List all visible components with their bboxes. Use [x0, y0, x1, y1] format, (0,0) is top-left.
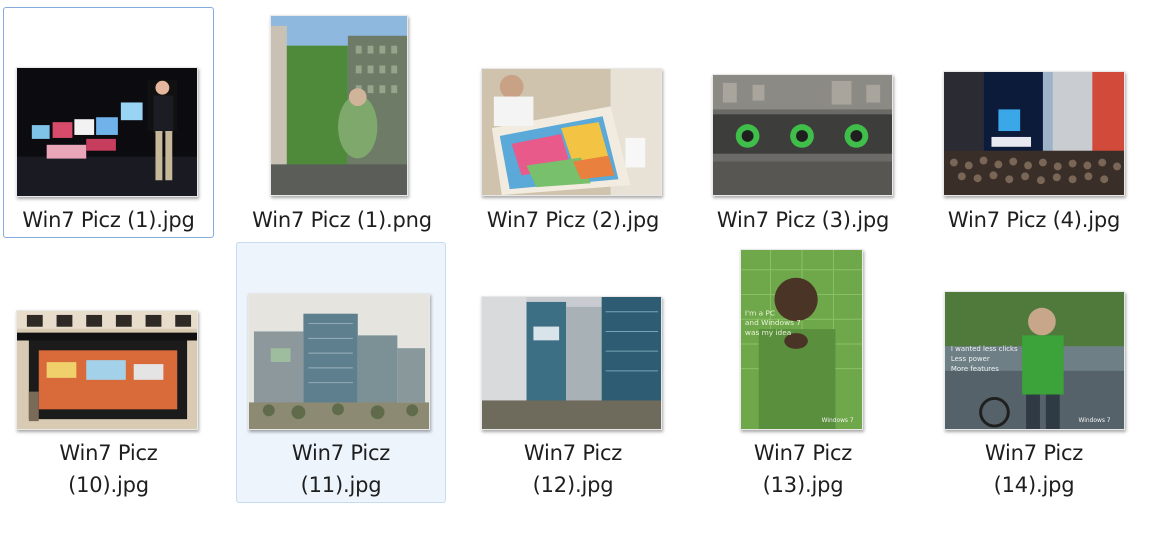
building-billboard-photo [270, 15, 408, 196]
file-name-label: Win7 Picz (1).png [252, 208, 432, 232]
presenter-with-laptops-photo [16, 67, 198, 197]
file-item-win7-picz-1-jpg[interactable]: Win7 Picz (1).jpg [3, 7, 214, 238]
file-item-win7-picz-12-jpg[interactable]: Win7 Picz (12).jpg [468, 242, 678, 503]
file-item-win7-picz-3-jpg[interactable]: Win7 Picz (3).jpg [698, 7, 908, 238]
man-green-poster-photo: I'm a PC and Windows 7 was my idea Windo… [740, 249, 863, 430]
file-name-label: Win7 Picz (10).jpg [59, 441, 158, 497]
file-name-label: Win7 Picz (14).jpg [984, 441, 1084, 497]
office-towers-photo [248, 293, 430, 430]
file-name-label: Win7 Picz (13).jpg [753, 441, 853, 497]
svg-text:was my idea: was my idea [745, 328, 791, 337]
svg-text:Less power: Less power [951, 355, 990, 363]
file-item-win7-picz-2-jpg[interactable]: Win7 Picz (2).jpg [468, 7, 678, 238]
aerial-plaza-photo [712, 74, 893, 196]
times-square-crowd-photo [943, 71, 1125, 196]
file-item-win7-picz-10-jpg[interactable]: Win7 Picz (10).jpg [3, 242, 214, 503]
storefront-photo [16, 310, 198, 430]
file-view: Win7 Picz (1).jpg Win7 Picz (1).png Win7… [0, 0, 1156, 552]
svg-text:and Windows 7: and Windows 7 [745, 318, 801, 327]
file-name-label: Win7 Picz (11).jpg [291, 441, 391, 497]
file-item-win7-picz-11-jpg[interactable]: Win7 Picz (11).jpg [236, 242, 446, 503]
file-name-label: Win7 Picz (12).jpg [523, 441, 623, 497]
svg-text:I wanted less clicks: I wanted less clicks [951, 345, 1018, 353]
file-item-win7-picz-14-jpg[interactable]: I wanted less clicks Less power More fea… [929, 242, 1139, 503]
file-item-win7-picz-13-jpg[interactable]: I'm a PC and Windows 7 was my idea Windo… [698, 242, 908, 503]
svg-text:Windows 7: Windows 7 [1079, 418, 1111, 424]
file-item-win7-picz-4-jpg[interactable]: Win7 Picz (4).jpg [929, 7, 1139, 238]
svg-text:I'm a PC: I'm a PC [745, 308, 775, 317]
svg-text:More features: More features [951, 365, 999, 373]
svg-text:Windows 7: Windows 7 [822, 418, 854, 424]
glass-buildings-photo [481, 296, 662, 430]
painting-mural-photo [481, 68, 662, 196]
file-name-label: Win7 Picz (1).jpg [22, 208, 195, 232]
file-item-win7-picz-1-png[interactable]: Win7 Picz (1).png [237, 7, 447, 238]
cyclist-poster-photo: I wanted less clicks Less power More fea… [944, 291, 1125, 430]
file-name-label: Win7 Picz (2).jpg [486, 208, 660, 232]
file-name-label: Win7 Picz (4).jpg [947, 208, 1121, 232]
file-name-label: Win7 Picz (3).jpg [716, 208, 890, 232]
